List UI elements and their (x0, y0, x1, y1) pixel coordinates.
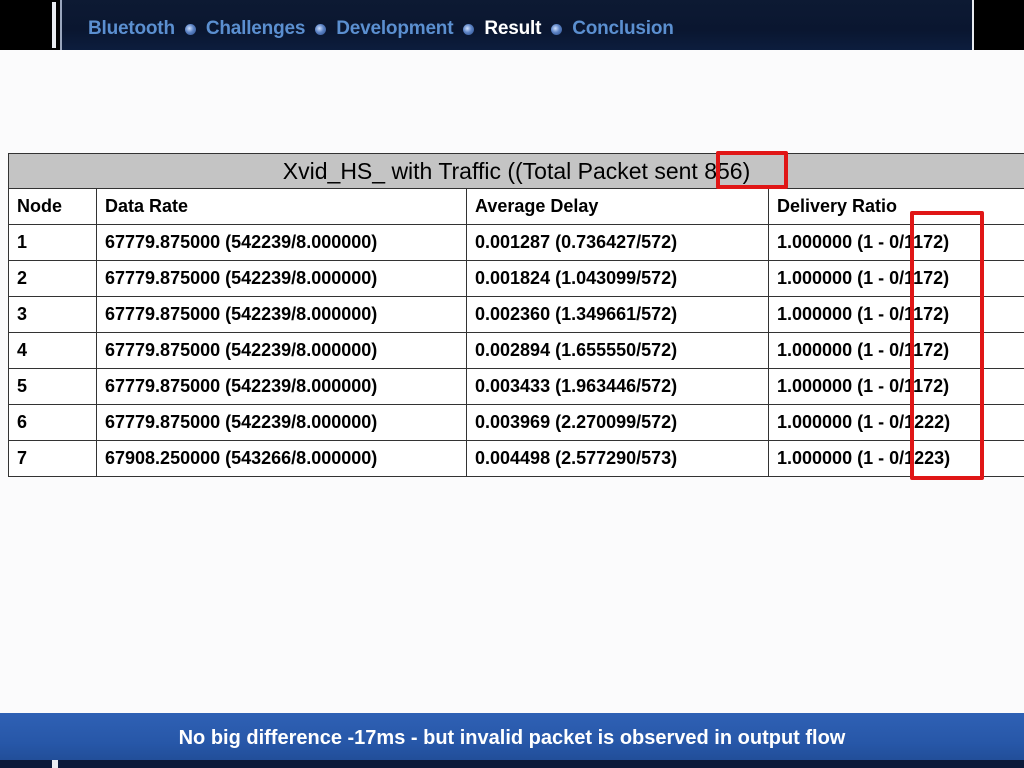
cell-data-rate: 67779.875000 (542239/8.000000) (96, 260, 467, 297)
highlight-box-delivery-column (910, 211, 984, 480)
bullet-icon (184, 23, 196, 35)
nav-item-development[interactable]: Development (336, 18, 453, 40)
cell-node: 5 (8, 368, 97, 405)
results-table: Xvid_HS_ with Traffic ((Total Packet sen… (7, 153, 1024, 477)
header-bar: Bluetooth Challenges Development Result … (0, 0, 1024, 50)
table-header-row: Node Data Rate Average Delay Delivery Ra… (8, 188, 1024, 225)
column-header-node: Node (8, 188, 97, 225)
cell-data-rate: 67779.875000 (542239/8.000000) (96, 332, 467, 369)
footer-message: No big difference -17ms - but invalid pa… (178, 727, 846, 749)
cell-node: 1 (8, 224, 97, 261)
cell-node: 4 (8, 332, 97, 369)
bullet-icon (315, 23, 327, 35)
cell-delivery-ratio: 1.000000 (1 - 0/1172) (767, 260, 1024, 297)
footer-notch (52, 760, 58, 768)
cell-node: 3 (8, 296, 97, 333)
cell-average-delay: 0.003433 (1.963446/572) (466, 368, 769, 405)
bullet-icon (463, 23, 475, 35)
column-header-delivery-ratio: Delivery Ratio (767, 188, 1024, 225)
table-row: 5 67779.875000 (542239/8.000000) 0.00343… (8, 368, 1024, 405)
header-left-square (2, 2, 56, 48)
cell-average-delay: 0.001824 (1.043099/572) (466, 260, 769, 297)
cell-data-rate: 67779.875000 (542239/8.000000) (96, 368, 467, 405)
table-row: 2 67779.875000 (542239/8.000000) 0.00182… (8, 260, 1024, 297)
table-row: 3 67779.875000 (542239/8.000000) 0.00236… (8, 296, 1024, 333)
highlight-box-packet-count (716, 151, 788, 189)
footer-bottom-strip (0, 760, 1024, 768)
table-row: 1 67779.875000 (542239/8.000000) 0.00128… (8, 224, 1024, 261)
nav-item-bluetooth[interactable]: Bluetooth (88, 18, 175, 40)
cell-average-delay: 0.002360 (1.349661/572) (466, 296, 769, 333)
cell-average-delay: 0.001287 (0.736427/572) (466, 224, 769, 261)
table-caption: Xvid_HS_ with Traffic ((Total Packet sen… (7, 153, 1024, 189)
cell-data-rate: 67908.250000 (543266/8.000000) (96, 440, 467, 477)
table-row: 7 67908.250000 (543266/8.000000) 0.00449… (8, 440, 1024, 477)
section-nav: Bluetooth Challenges Development Result … (88, 16, 674, 42)
cell-data-rate: 67779.875000 (542239/8.000000) (96, 224, 467, 261)
footer-bar: No big difference -17ms - but invalid pa… (0, 713, 1024, 768)
nav-item-result[interactable]: Result (484, 18, 541, 40)
cell-node: 7 (8, 440, 97, 477)
bullet-icon (551, 23, 563, 35)
header-right-square (972, 0, 1024, 50)
cell-node: 6 (8, 404, 97, 441)
nav-item-challenges[interactable]: Challenges (206, 18, 306, 40)
cell-data-rate: 67779.875000 (542239/8.000000) (96, 296, 467, 333)
table-row: 6 67779.875000 (542239/8.000000) 0.00396… (8, 404, 1024, 441)
cell-node: 2 (8, 260, 97, 297)
column-header-average-delay: Average Delay (466, 188, 769, 225)
cell-data-rate: 67779.875000 (542239/8.000000) (96, 404, 467, 441)
cell-average-delay: 0.004498 (2.577290/573) (466, 440, 769, 477)
cell-delivery-ratio: 1.000000 (1 - 0/1223) (767, 440, 1024, 477)
cell-delivery-ratio: 1.000000 (1 - 0/1172) (767, 224, 1024, 261)
nav-item-conclusion[interactable]: Conclusion (572, 18, 674, 40)
cell-average-delay: 0.003969 (2.270099/572) (466, 404, 769, 441)
cell-delivery-ratio: 1.000000 (1 - 0/1222) (767, 404, 1024, 441)
table-row: 4 67779.875000 (542239/8.000000) 0.00289… (8, 332, 1024, 369)
cell-average-delay: 0.002894 (1.655550/572) (466, 332, 769, 369)
cell-delivery-ratio: 1.000000 (1 - 0/1172) (767, 368, 1024, 405)
column-header-data-rate: Data Rate (96, 188, 467, 225)
cell-delivery-ratio: 1.000000 (1 - 0/1172) (767, 332, 1024, 369)
cell-delivery-ratio: 1.000000 (1 - 0/1172) (767, 296, 1024, 333)
